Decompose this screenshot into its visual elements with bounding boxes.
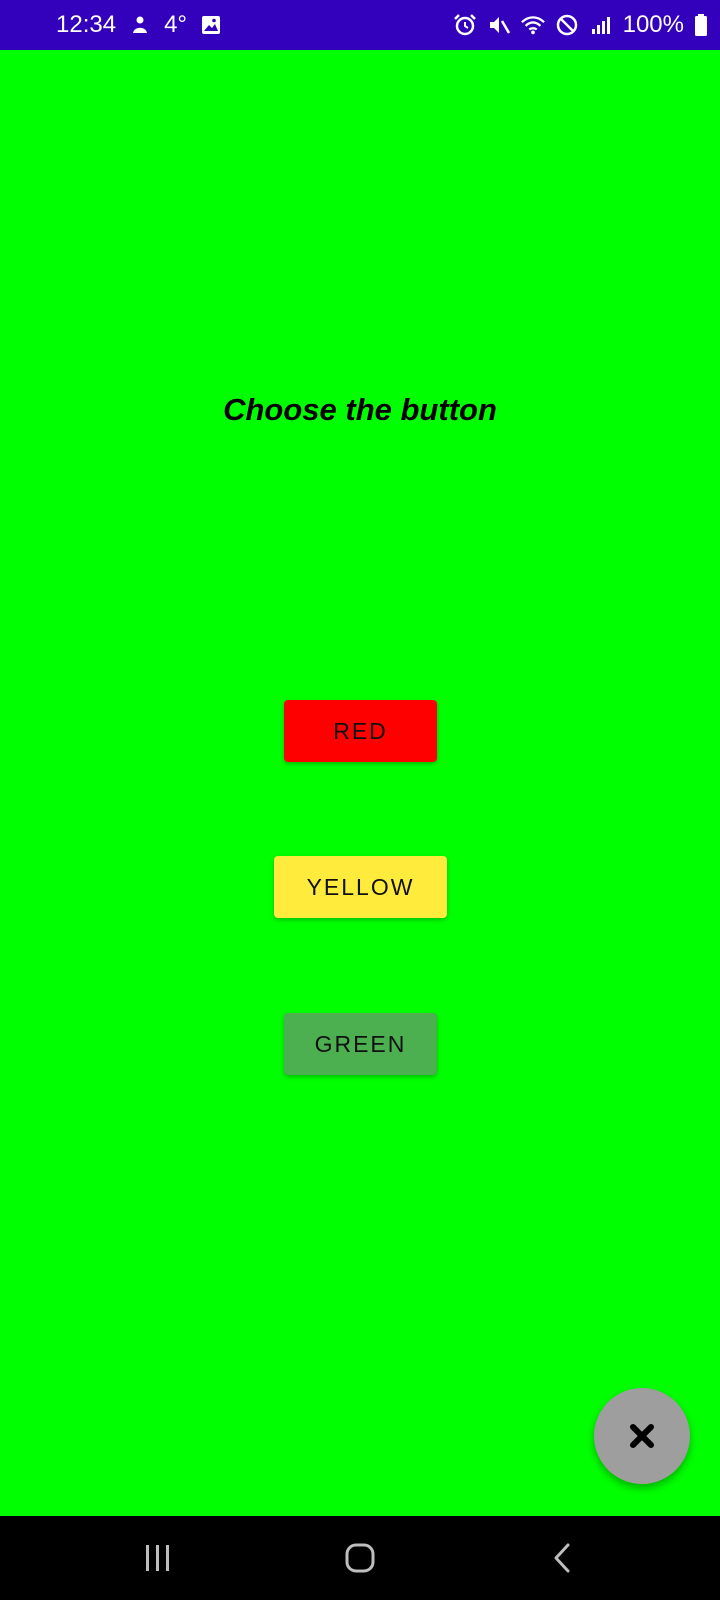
gallery-icon xyxy=(199,13,223,37)
mute-icon xyxy=(487,13,511,37)
alarm-icon xyxy=(453,13,477,37)
battery-icon xyxy=(694,13,708,37)
red-button[interactable]: RED xyxy=(284,700,437,762)
back-button[interactable] xyxy=(502,1516,622,1600)
home-icon xyxy=(344,1542,376,1574)
status-bar-right: 100% xyxy=(453,0,708,50)
status-bar-left: 12:34 4° xyxy=(56,0,223,50)
navigation-bar xyxy=(0,1516,720,1600)
home-button[interactable] xyxy=(300,1516,420,1600)
notification-app-icon xyxy=(128,13,152,37)
back-icon xyxy=(550,1542,574,1574)
yellow-button[interactable]: YELLOW xyxy=(274,856,447,918)
battery-percentage: 100% xyxy=(622,11,684,38)
status-time: 12:34 xyxy=(56,11,117,38)
red-button-label: RED xyxy=(333,717,388,744)
wifi-icon xyxy=(520,13,545,37)
close-fab-button[interactable] xyxy=(594,1388,690,1484)
close-icon xyxy=(628,1422,656,1450)
yellow-button-label: YELLOW xyxy=(306,873,415,900)
green-button[interactable]: GREEN xyxy=(284,1013,437,1075)
status-bar: 12:34 4° 100% xyxy=(0,0,720,50)
status-temperature: 4° xyxy=(164,11,188,38)
recents-button[interactable] xyxy=(98,1516,218,1600)
recents-icon xyxy=(143,1543,173,1573)
prompt-text: Choose the button xyxy=(223,392,497,427)
signal-icon xyxy=(589,13,613,37)
main-content: Choose the button RED YELLOW GREEN xyxy=(0,50,720,1516)
green-button-label: GREEN xyxy=(314,1030,407,1057)
do-not-disturb-icon xyxy=(555,13,579,37)
